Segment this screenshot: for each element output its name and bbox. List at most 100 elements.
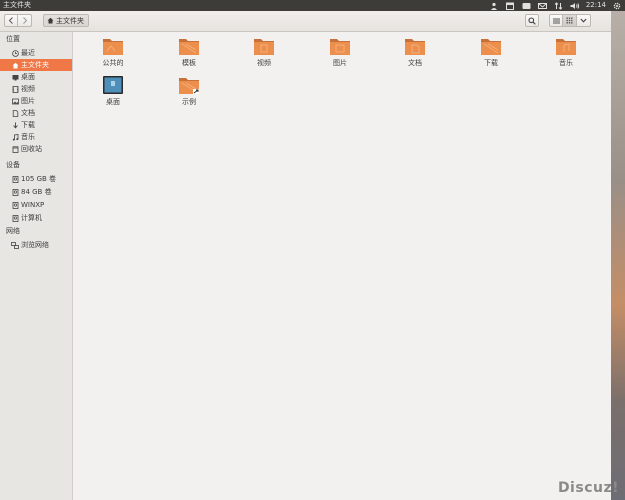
grid-view-icon bbox=[566, 17, 573, 24]
sidebar-item-desktop[interactable]: 桌面 bbox=[0, 71, 72, 83]
file-item-documents[interactable]: 文档 bbox=[385, 36, 445, 68]
clock-icon bbox=[11, 49, 19, 57]
network-icon bbox=[11, 241, 19, 249]
music-folder-icon bbox=[556, 39, 576, 55]
file-item-public[interactable]: 公共的 bbox=[83, 36, 143, 68]
sidebar-item-downloads[interactable]: 下载 bbox=[0, 119, 72, 131]
file-name: 音乐 bbox=[559, 59, 573, 67]
sidebar-item-label: 最近 bbox=[21, 49, 35, 57]
music-icon bbox=[11, 133, 19, 141]
file-name: 视频 bbox=[257, 59, 271, 67]
sidebar-item-label: 计算机 bbox=[21, 214, 42, 222]
network-arrows-icon[interactable] bbox=[554, 1, 563, 10]
list-view-button[interactable] bbox=[549, 14, 563, 27]
search-button[interactable] bbox=[525, 14, 539, 27]
watermark: Discuz! bbox=[557, 480, 619, 496]
user-icon[interactable] bbox=[490, 2, 499, 10]
path-bar-label: 主文件夹 bbox=[56, 16, 84, 25]
sidebar-section-places: 位置 bbox=[6, 35, 20, 43]
list-view-icon bbox=[552, 18, 560, 23]
volume-icon[interactable] bbox=[570, 2, 579, 10]
video-icon bbox=[11, 85, 19, 93]
video-folder-icon bbox=[254, 39, 274, 55]
sidebar-item-label: 视频 bbox=[21, 85, 35, 93]
header-bar: 主文件夹 bbox=[0, 11, 625, 32]
sidebar-item-volume-84gb[interactable]: 84 GB 卷 bbox=[0, 186, 72, 198]
sidebar-item-browse-network[interactable]: 浏览网络 bbox=[0, 239, 72, 251]
sidebar-item-label: 下载 bbox=[21, 121, 35, 129]
picture-icon bbox=[11, 97, 19, 105]
window-title: 主文件夹 bbox=[3, 1, 31, 9]
sidebar-item-documents[interactable]: 文档 bbox=[0, 107, 72, 119]
view-options-button[interactable] bbox=[577, 14, 591, 27]
mail-icon[interactable] bbox=[537, 2, 547, 10]
forward-button[interactable] bbox=[18, 14, 32, 27]
sidebar-item-pictures[interactable]: 图片 bbox=[0, 95, 72, 107]
file-name: 文档 bbox=[408, 59, 422, 67]
calendar-icon[interactable] bbox=[505, 2, 515, 10]
sidebar-item-recent[interactable]: 最近 bbox=[0, 47, 72, 59]
chevron-down-icon bbox=[580, 18, 587, 23]
file-view: 公共的 模板 视频 图片 文档 下载 音乐 桌面 示例 bbox=[73, 32, 611, 500]
home-icon bbox=[47, 17, 54, 24]
keyboard-icon[interactable] bbox=[522, 2, 531, 10]
file-name: 下载 bbox=[484, 59, 498, 67]
file-name: 图片 bbox=[333, 59, 347, 67]
chevron-right-icon bbox=[22, 17, 27, 24]
sidebar-section-devices: 设备 bbox=[6, 161, 20, 169]
sidebar-item-home[interactable]: 主文件夹 bbox=[0, 59, 72, 71]
trash-icon bbox=[11, 145, 19, 153]
file-item-templates[interactable]: 模板 bbox=[159, 36, 219, 68]
grid-view-button[interactable] bbox=[563, 14, 577, 27]
drive-icon bbox=[11, 214, 19, 222]
download-icon bbox=[11, 121, 19, 129]
sidebar-item-label: 桌面 bbox=[21, 73, 35, 81]
file-name: 示例 bbox=[182, 98, 196, 106]
top-panel: 主文件夹 22:14 bbox=[0, 0, 625, 11]
folder-icon bbox=[103, 39, 123, 55]
drive-icon bbox=[11, 188, 19, 196]
file-name: 桌面 bbox=[106, 98, 120, 106]
sidebar-item-label: 浏览网络 bbox=[21, 241, 49, 249]
sidebar: 位置 最近 主文件夹 桌面 视频 图片 文档 下载 音乐 回收站 设备 105 … bbox=[0, 32, 73, 500]
sidebar-item-trash[interactable]: 回收站 bbox=[0, 143, 72, 155]
file-name: 模板 bbox=[182, 59, 196, 67]
file-item-pictures[interactable]: 图片 bbox=[310, 36, 370, 68]
home-icon bbox=[11, 61, 19, 69]
sidebar-item-computer[interactable]: 计算机 bbox=[0, 212, 72, 224]
sidebar-item-label: 音乐 bbox=[21, 133, 35, 141]
download-folder-icon bbox=[481, 39, 501, 55]
chevron-left-icon bbox=[8, 17, 13, 24]
file-item-downloads[interactable]: 下载 bbox=[461, 36, 521, 68]
desktop-icon bbox=[11, 73, 19, 81]
picture-folder-icon bbox=[330, 39, 350, 55]
sidebar-item-label: 回收站 bbox=[21, 145, 42, 153]
desktop-wallpaper bbox=[611, 11, 625, 500]
clock[interactable]: 22:14 bbox=[586, 0, 606, 11]
sidebar-item-music[interactable]: 音乐 bbox=[0, 131, 72, 143]
sidebar-item-label: 文档 bbox=[21, 109, 35, 117]
path-bar-home-button[interactable]: 主文件夹 bbox=[43, 14, 89, 27]
gear-icon[interactable] bbox=[613, 2, 622, 10]
file-item-examples[interactable]: 示例 bbox=[159, 75, 219, 107]
drive-icon bbox=[11, 201, 19, 209]
file-item-desktop[interactable]: 桌面 bbox=[83, 75, 143, 107]
sidebar-section-network: 网络 bbox=[6, 227, 20, 235]
file-item-videos[interactable]: 视频 bbox=[234, 36, 294, 68]
folder-link-icon bbox=[179, 78, 199, 94]
sidebar-item-label: 84 GB 卷 bbox=[21, 188, 52, 196]
folder-icon bbox=[179, 39, 199, 55]
sidebar-item-label: 105 GB 卷 bbox=[21, 175, 57, 183]
file-item-music[interactable]: 音乐 bbox=[536, 36, 596, 68]
document-folder-icon bbox=[405, 39, 425, 55]
back-button[interactable] bbox=[4, 14, 18, 27]
drive-icon bbox=[11, 175, 19, 183]
sidebar-item-label: WINXP bbox=[21, 201, 45, 209]
sidebar-item-label: 图片 bbox=[21, 97, 35, 105]
sidebar-item-winxp[interactable]: WINXP bbox=[0, 199, 72, 211]
sidebar-item-videos[interactable]: 视频 bbox=[0, 83, 72, 95]
desktop-icon bbox=[103, 76, 123, 94]
sidebar-item-volume-105gb[interactable]: 105 GB 卷 bbox=[0, 173, 72, 185]
search-icon bbox=[528, 16, 536, 25]
sidebar-item-label: 主文件夹 bbox=[21, 61, 49, 69]
